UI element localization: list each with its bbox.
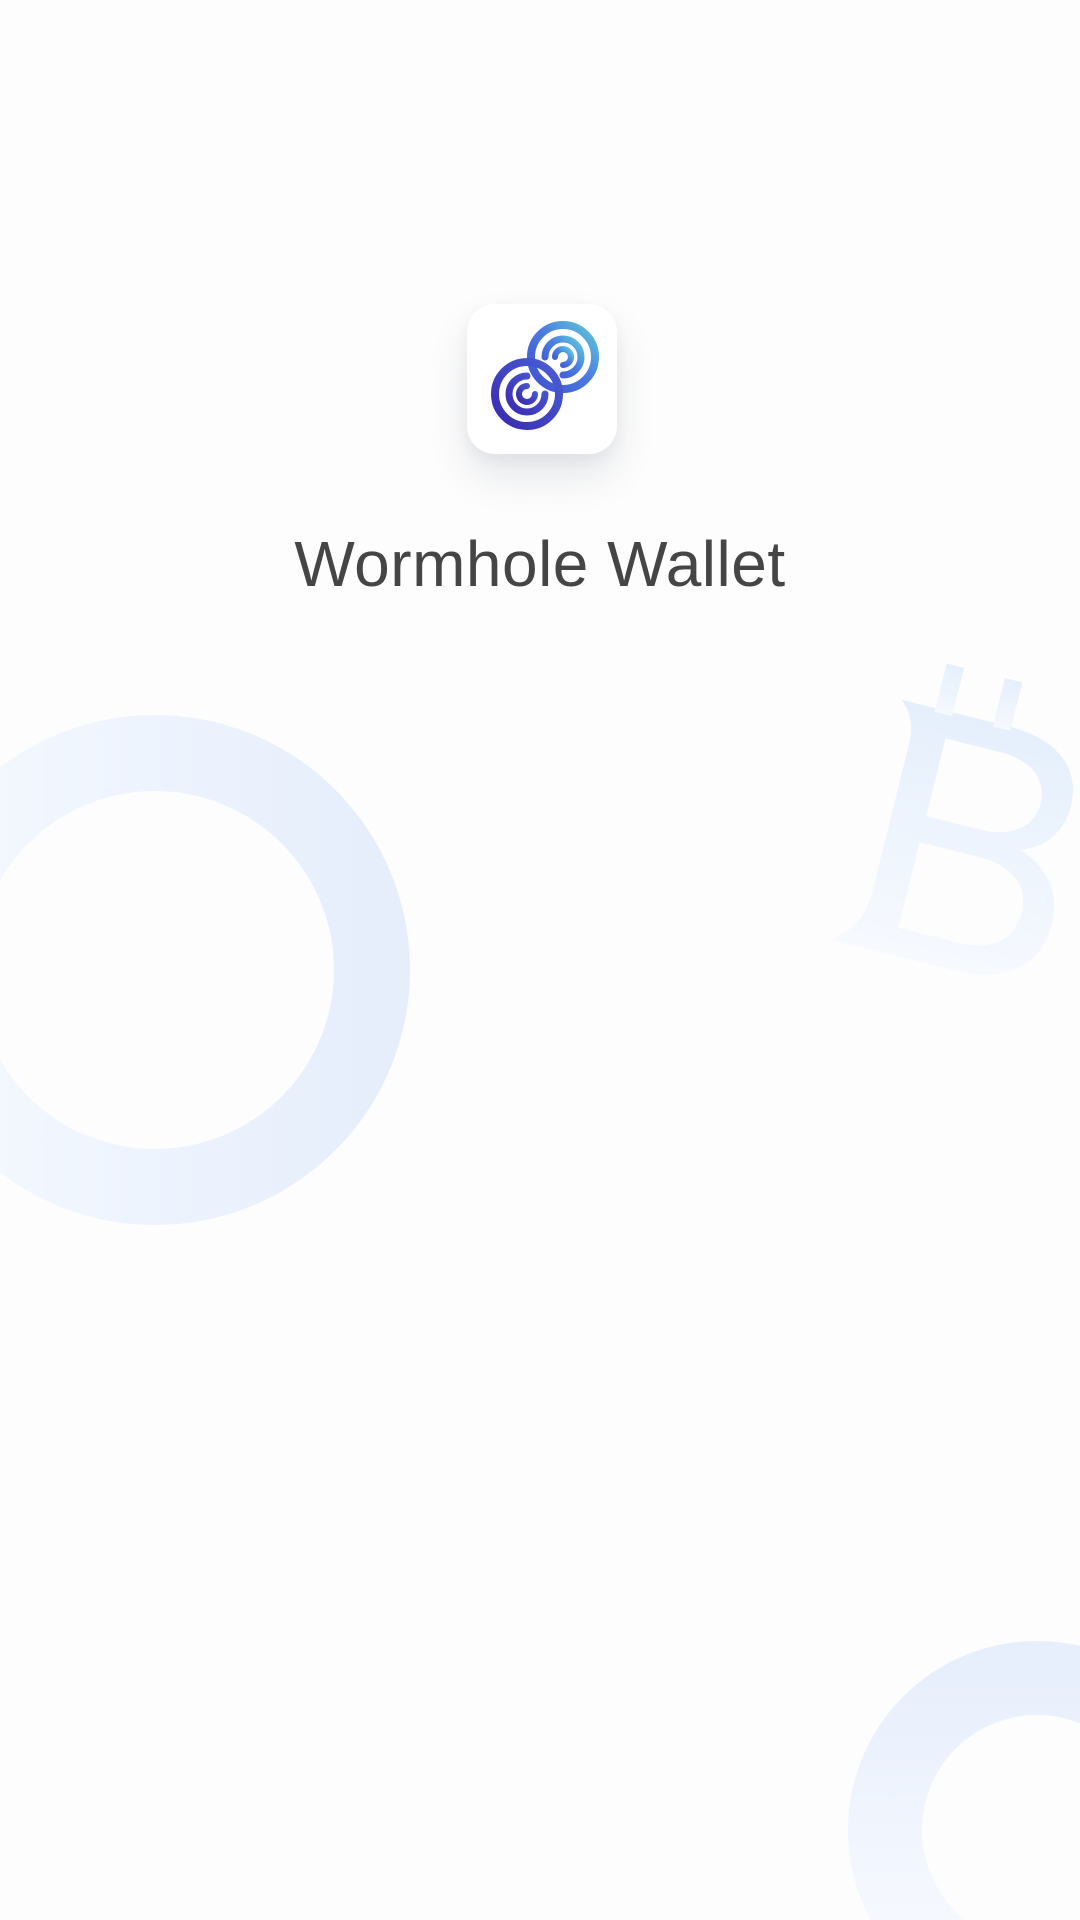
bitcoin-icon: [831, 663, 1073, 975]
wormhole-logo-icon: [491, 321, 599, 430]
splash-screen: Wormhole Wallet: [0, 0, 1080, 1920]
app-title: Wormhole Wallet: [294, 528, 786, 600]
app-logo: [467, 304, 617, 454]
background-decorations: [0, 663, 1080, 1920]
decorative-ring-left-icon: [0, 715, 410, 1225]
decorative-ring-bottom-right-icon: [848, 1641, 1080, 1920]
